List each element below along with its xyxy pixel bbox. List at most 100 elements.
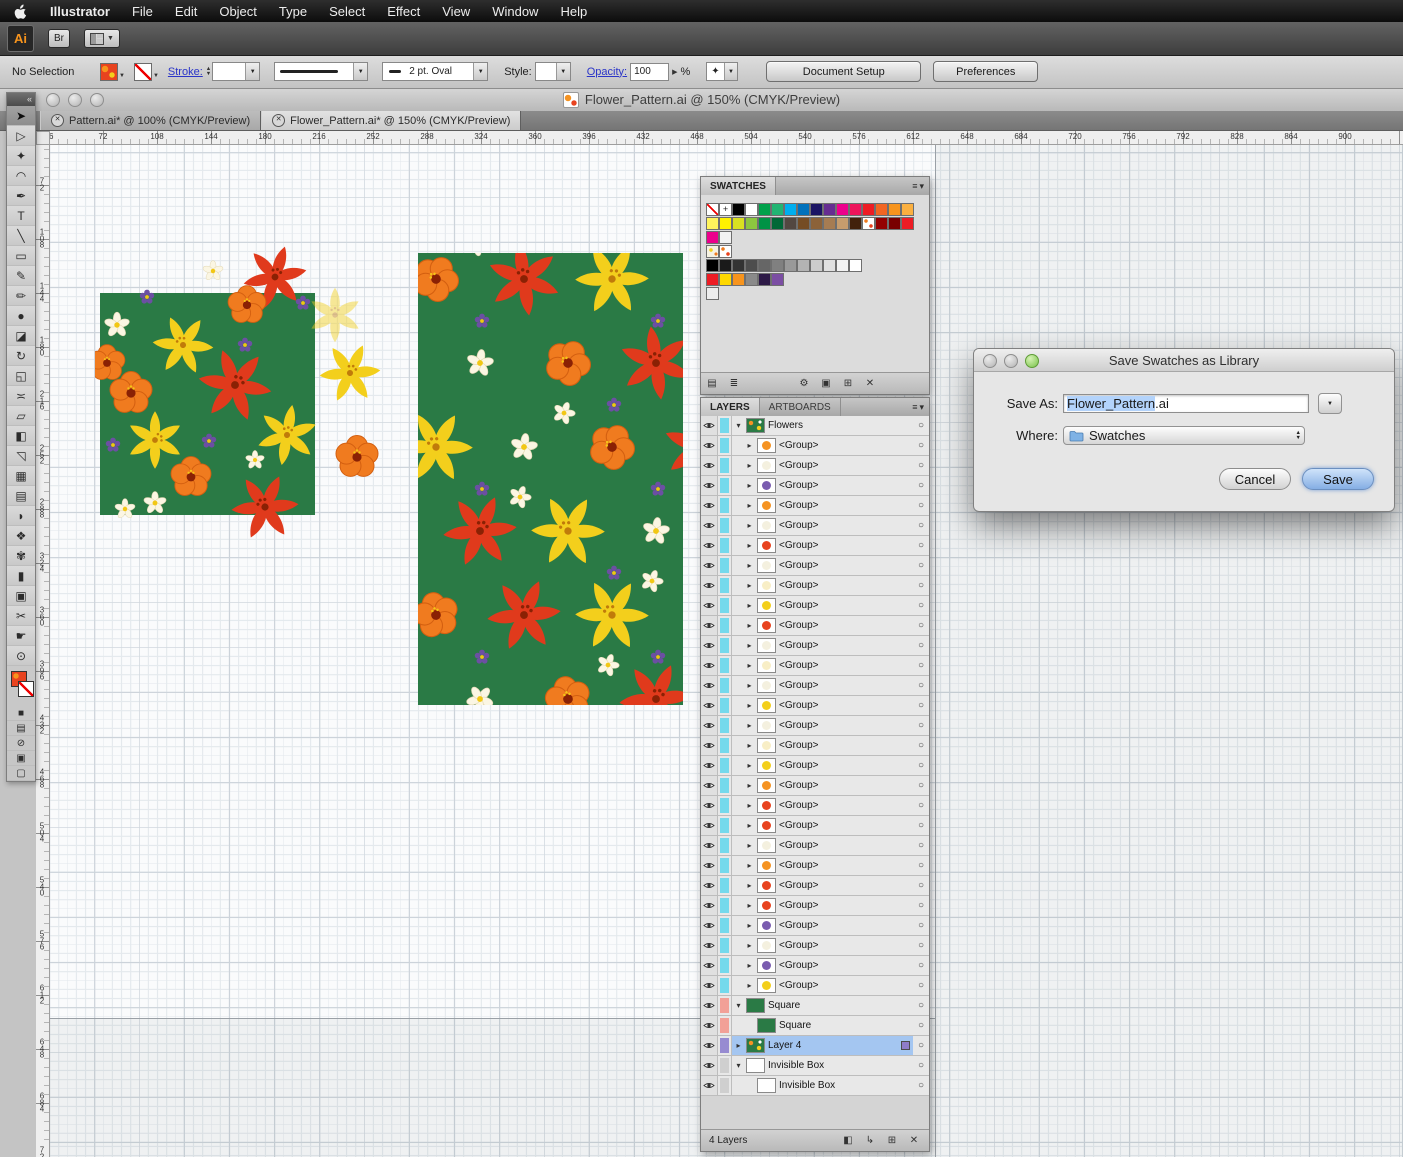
width-tool[interactable]: ≍ — [7, 386, 35, 406]
target-circle[interactable]: ○ — [913, 920, 929, 931]
layer-row-body[interactable]: ▸<Group> — [732, 796, 913, 815]
tab-layers[interactable]: LAYERS — [701, 398, 760, 416]
target-circle[interactable]: ○ — [913, 540, 929, 551]
edit-column[interactable] — [718, 576, 732, 595]
edit-column[interactable] — [718, 436, 732, 455]
swatch-options-button[interactable]: ⚙ — [793, 376, 815, 392]
visibility-toggle[interactable] — [701, 816, 718, 835]
target-circle[interactable]: ○ — [913, 640, 929, 651]
disclosure-triangle-icon[interactable]: ▸ — [745, 821, 754, 830]
new-sublayer-button[interactable]: ↳ — [859, 1133, 881, 1149]
layer-row[interactable]: ▾Invisible Box○ — [701, 1056, 929, 1076]
target-circle[interactable]: ○ — [913, 680, 929, 691]
visibility-toggle[interactable] — [701, 436, 718, 455]
swatch[interactable] — [745, 259, 758, 272]
swatch[interactable] — [719, 273, 732, 286]
swatch[interactable] — [823, 217, 836, 230]
panel-menu-button[interactable]: ≡ ▾ — [907, 398, 929, 416]
new-color-group-button[interactable]: ▣ — [815, 376, 837, 392]
visibility-toggle[interactable] — [701, 516, 718, 535]
disclosure-triangle-icon[interactable]: ▾ — [734, 1061, 743, 1070]
stroke-color-control[interactable]: ▼ — [134, 63, 160, 81]
layer-row[interactable]: ▸Layer 4○ — [701, 1036, 929, 1056]
visibility-toggle[interactable] — [701, 876, 718, 895]
swatch[interactable] — [836, 259, 849, 272]
rectangle-tool[interactable]: ▭ — [7, 246, 35, 266]
disclosure-triangle-icon[interactable]: ▸ — [745, 941, 754, 950]
disclosure-triangle-icon[interactable]: ▸ — [745, 661, 754, 670]
layer-row[interactable]: Square○ — [701, 1016, 929, 1036]
disclosure-triangle-icon[interactable]: ▸ — [745, 701, 754, 710]
magic-wand-tool[interactable]: ✦ — [7, 146, 35, 166]
menu-window[interactable]: Window — [481, 0, 549, 22]
eraser-tool[interactable]: ◪ — [7, 326, 35, 346]
group-row[interactable]: ▸<Group>○ — [701, 596, 929, 616]
edit-column[interactable] — [718, 756, 732, 775]
fill-stroke-indicator[interactable] — [9, 670, 33, 702]
stroke-swatch[interactable] — [18, 681, 34, 697]
group-row[interactable]: ▸<Group>○ — [701, 696, 929, 716]
fill-color-control[interactable]: ▼ — [100, 63, 126, 81]
layer-row-body[interactable]: ▸Layer 4 — [732, 1036, 913, 1055]
disclosure-triangle-icon[interactable]: ▸ — [745, 881, 754, 890]
width-profile-dropdown[interactable]: ▼ — [274, 62, 368, 81]
edit-column[interactable] — [718, 596, 732, 615]
menu-illustrator[interactable]: Illustrator — [39, 0, 121, 22]
swatch[interactable] — [810, 259, 823, 272]
disclosure-triangle-icon[interactable]: ▸ — [745, 601, 754, 610]
gradient-button[interactable]: ▤ — [7, 721, 35, 736]
disclosure-triangle-icon[interactable]: ▸ — [745, 961, 754, 970]
expand-dialog-button[interactable]: ▼ — [1318, 393, 1342, 414]
disclosure-triangle-icon[interactable]: ▾ — [734, 421, 743, 430]
collapse-tools-button[interactable]: « — [7, 93, 35, 106]
blend-tool[interactable]: ❖ — [7, 526, 35, 546]
layer-row-body[interactable]: ▸<Group> — [732, 636, 913, 655]
group-row[interactable]: ▸<Group>○ — [701, 436, 929, 456]
layer-row-body[interactable]: Invisible Box — [732, 1076, 913, 1095]
visibility-toggle[interactable] — [701, 796, 718, 815]
swatch[interactable] — [823, 203, 836, 216]
target-circle[interactable]: ○ — [913, 500, 929, 511]
document-setup-button[interactable]: Document Setup — [766, 61, 921, 82]
paintbrush-tool[interactable]: ✎ — [7, 266, 35, 286]
edit-column[interactable] — [718, 836, 732, 855]
swatch[interactable] — [849, 217, 862, 230]
layer-row-body[interactable]: ▸<Group> — [732, 756, 913, 775]
disclosure-triangle-icon[interactable]: ▸ — [745, 781, 754, 790]
tab-flower-pattern-ai[interactable]: ✕ Flower_Pattern.ai* @ 150% (CMYK/Previe… — [261, 111, 521, 130]
apple-menu[interactable] — [0, 4, 39, 19]
visibility-toggle[interactable] — [701, 696, 718, 715]
layer-row-body[interactable]: ▸<Group> — [732, 896, 913, 915]
group-row[interactable]: ▸<Group>○ — [701, 736, 929, 756]
group-row[interactable]: ▸<Group>○ — [701, 556, 929, 576]
group-row[interactable]: ▸<Group>○ — [701, 576, 929, 596]
layer-row-body[interactable]: ▸<Group> — [732, 836, 913, 855]
arrange-documents-button[interactable]: ▼ — [84, 29, 120, 48]
swatch[interactable] — [719, 217, 732, 230]
edit-column[interactable] — [718, 776, 732, 795]
target-circle[interactable]: ○ — [913, 860, 929, 871]
edit-column[interactable] — [718, 1056, 732, 1075]
visibility-toggle[interactable] — [701, 916, 718, 935]
edit-column[interactable] — [718, 916, 732, 935]
visibility-toggle[interactable] — [701, 776, 718, 795]
delete-layer-button[interactable]: ✕ — [903, 1133, 925, 1149]
swatch[interactable] — [875, 203, 888, 216]
edit-column[interactable] — [718, 736, 732, 755]
group-row[interactable]: ▸<Group>○ — [701, 756, 929, 776]
swatch[interactable] — [797, 217, 810, 230]
layer-row-body[interactable]: ▸<Group> — [732, 916, 913, 935]
swatch[interactable] — [901, 203, 914, 216]
edit-column[interactable] — [718, 1016, 732, 1035]
where-popup[interactable]: Swatches ▲▼ — [1063, 426, 1305, 445]
swatch[interactable] — [810, 203, 823, 216]
zoom-window-button[interactable] — [90, 93, 104, 107]
visibility-toggle[interactable] — [701, 956, 718, 975]
layer-row-body[interactable]: ▸<Group> — [732, 956, 913, 975]
swatch-libraries-button[interactable]: ▤ — [701, 376, 723, 392]
edit-column[interactable] — [718, 616, 732, 635]
disclosure-triangle-icon[interactable]: ▸ — [745, 761, 754, 770]
swatch[interactable] — [849, 203, 862, 216]
tab-artboards[interactable]: ARTBOARDS — [760, 398, 841, 416]
layer-row-body[interactable]: ▾Square — [732, 996, 913, 1015]
